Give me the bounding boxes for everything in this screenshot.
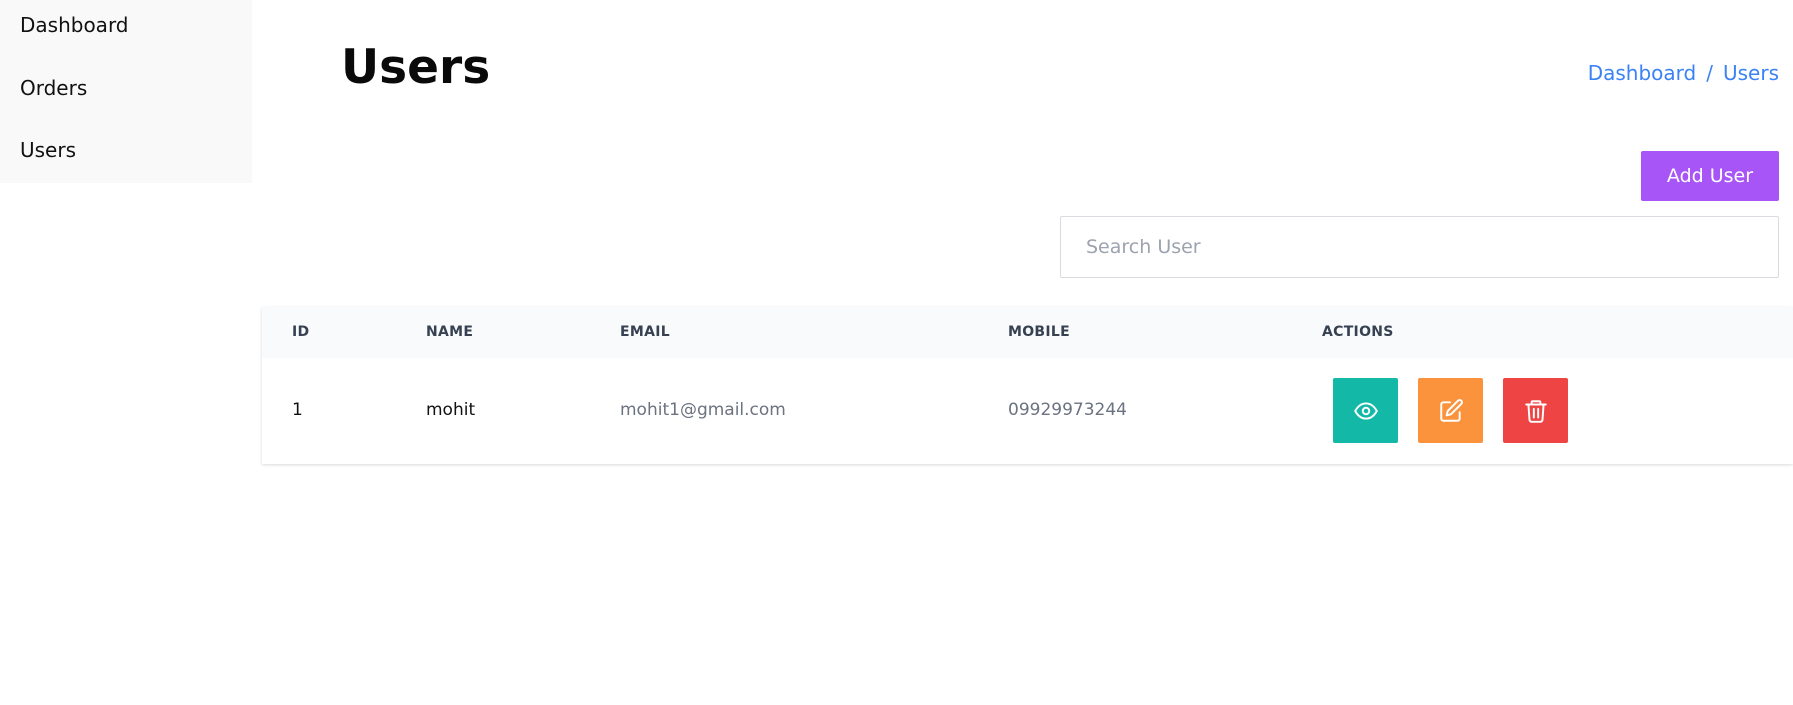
cell-name: mohit xyxy=(426,400,476,420)
table-row: 1 mohit mohit1@gmail.com 09929973244 xyxy=(262,358,1793,464)
sidebar-item-orders[interactable]: Orders xyxy=(20,76,87,100)
cell-mobile: 09929973244 xyxy=(1008,400,1127,420)
column-header-id: ID xyxy=(292,324,310,340)
breadcrumb-dashboard-link[interactable]: Dashboard xyxy=(1588,61,1697,85)
sidebar-item-users[interactable]: Users xyxy=(20,138,76,162)
edit-icon xyxy=(1439,398,1463,422)
sidebar: Dashboard Orders Users xyxy=(0,0,252,183)
column-header-mobile: MOBILE xyxy=(1008,324,1070,340)
cell-email: mohit1@gmail.com xyxy=(620,400,786,420)
edit-user-button[interactable] xyxy=(1418,378,1483,443)
delete-user-button[interactable] xyxy=(1503,378,1568,443)
cell-id: 1 xyxy=(292,400,303,420)
breadcrumb-separator: / xyxy=(1706,61,1713,85)
table-header: ID NAME EMAIL MOBILE ACTIONS xyxy=(262,307,1793,358)
eye-icon xyxy=(1353,401,1378,420)
breadcrumb-users-link[interactable]: Users xyxy=(1723,61,1779,85)
search-input[interactable] xyxy=(1060,216,1779,278)
breadcrumb: Dashboard / Users xyxy=(1588,61,1779,85)
view-user-button[interactable] xyxy=(1333,378,1398,443)
column-header-email: EMAIL xyxy=(620,324,670,340)
column-header-name: NAME xyxy=(426,324,474,340)
add-user-button[interactable]: Add User xyxy=(1641,151,1779,201)
sidebar-item-dashboard[interactable]: Dashboard xyxy=(20,13,129,37)
column-header-actions: ACTIONS xyxy=(1322,324,1394,340)
users-table: ID NAME EMAIL MOBILE ACTIONS 1 mohit moh… xyxy=(262,307,1793,464)
page-title: Users xyxy=(341,40,491,95)
trash-icon xyxy=(1524,399,1547,423)
